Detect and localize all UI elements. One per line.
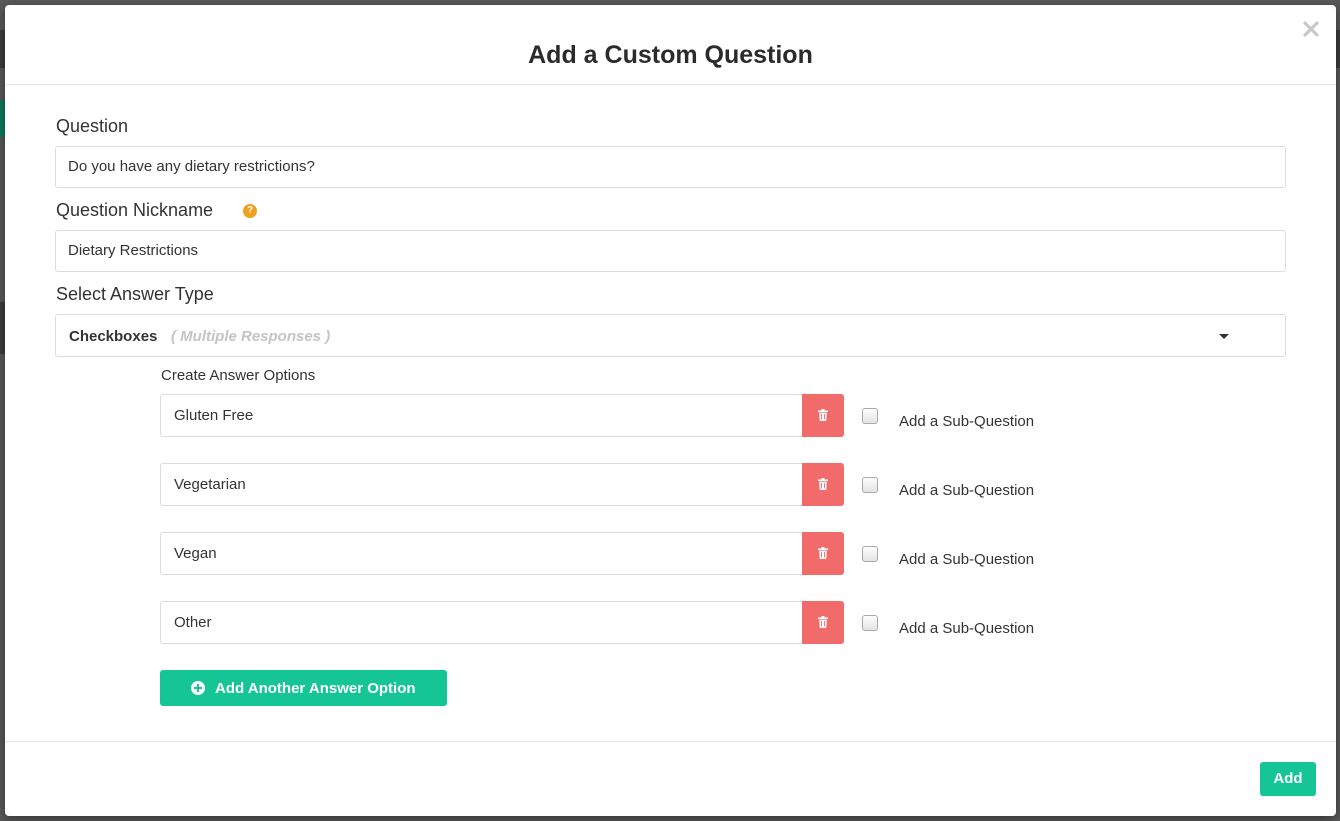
delete-option-button[interactable]: [802, 394, 844, 437]
chevron-down-icon: [1219, 334, 1229, 339]
answer-type-label: Select Answer Type: [56, 284, 214, 304]
answer-options-label: Create Answer Options: [161, 367, 316, 384]
add-button[interactable]: Add: [1260, 762, 1316, 796]
delete-option-button[interactable]: [802, 601, 844, 644]
question-input[interactable]: Do you have any dietary restrictions?: [55, 146, 1286, 188]
nickname-input[interactable]: Dietary Restrictions: [55, 230, 1286, 272]
delete-option-button[interactable]: [802, 463, 844, 506]
custom-question-modal: Add a Custom Question Question Do you ha…: [5, 5, 1336, 816]
modal-header: Add a Custom Question: [5, 5, 1336, 85]
add-answer-option-label: Add Another Answer Option: [215, 680, 416, 697]
answer-type-selected: Checkboxes: [69, 328, 158, 345]
nickname-label: Question Nickname: [56, 200, 214, 220]
sub-question-checkbox[interactable]: [862, 615, 878, 631]
sub-question-label: Add a Sub-Question: [899, 482, 1035, 499]
answer-type-hint: ( Multiple Responses ): [171, 328, 331, 345]
answer-option-input[interactable]: Other: [160, 601, 803, 644]
answer-option-row: Other Add a Sub-Question: [160, 601, 1060, 644]
trash-icon: [818, 409, 828, 421]
delete-option-button[interactable]: [802, 532, 844, 575]
answer-type-select[interactable]: Checkboxes ( Multiple Responses ): [55, 314, 1286, 357]
question-circle-icon[interactable]: ?: [243, 204, 257, 218]
answer-option-input[interactable]: Gluten Free: [160, 394, 803, 437]
answer-option-input[interactable]: Vegetarian: [160, 463, 803, 506]
trash-icon: [818, 478, 828, 490]
sub-question-label: Add a Sub-Question: [899, 620, 1035, 637]
close-icon[interactable]: [1301, 19, 1321, 39]
plus-circle-icon: [191, 681, 205, 695]
trash-icon: [818, 547, 828, 559]
answer-option-row: Vegan Add a Sub-Question: [160, 532, 1060, 575]
answer-option-input[interactable]: Vegan: [160, 532, 803, 575]
question-label: Question: [56, 116, 129, 136]
answer-option-row: Vegetarian Add a Sub-Question: [160, 463, 1060, 506]
add-answer-option-button[interactable]: Add Another Answer Option: [160, 670, 447, 706]
sub-question-label: Add a Sub-Question: [899, 413, 1035, 430]
sub-question-label: Add a Sub-Question: [899, 551, 1035, 568]
answer-option-row: Gluten Free Add a Sub-Question: [160, 394, 1060, 437]
modal-title: Add a Custom Question: [528, 41, 813, 69]
sub-question-checkbox[interactable]: [862, 546, 878, 562]
modal-footer: Add: [5, 741, 1336, 817]
sub-question-checkbox[interactable]: [862, 477, 878, 493]
sub-question-checkbox[interactable]: [862, 408, 878, 424]
trash-icon: [818, 616, 828, 628]
